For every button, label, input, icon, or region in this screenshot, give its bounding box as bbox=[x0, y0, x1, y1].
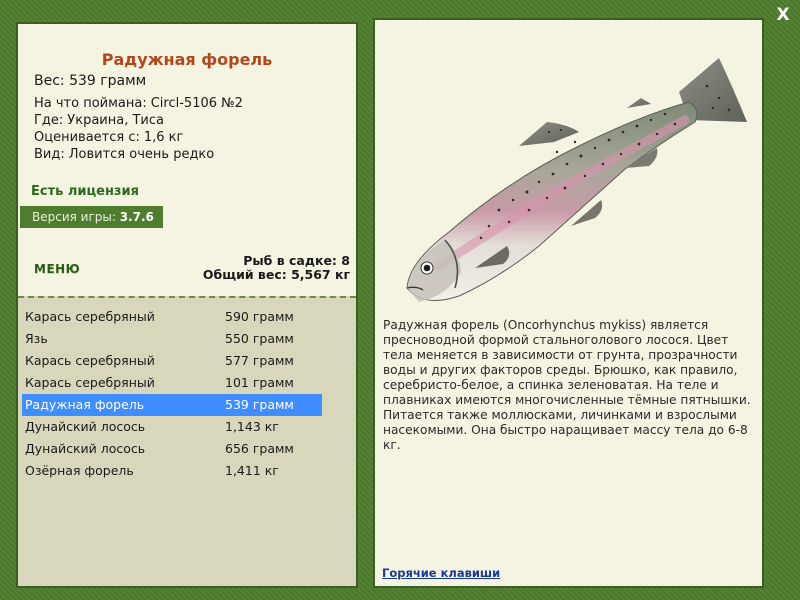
menu-button[interactable]: МЕНЮ bbox=[34, 262, 80, 276]
rarity-value: Ловится очень редко bbox=[68, 147, 215, 162]
catch-info-panel: Радужная форель Вес: 539 грамм На что по… bbox=[16, 22, 358, 588]
fish-weight: Вес: 539 грамм bbox=[34, 73, 146, 89]
weight-value: 539 грамм bbox=[69, 73, 147, 89]
estimate-value: 1,6 кг bbox=[143, 130, 184, 145]
close-icon: X bbox=[776, 5, 790, 25]
fish-details-panel: Радужная форель (Oncorhynchus mykiss) яв… bbox=[373, 18, 764, 588]
bait-line: На что поймана: Circl-5106 №2 bbox=[34, 96, 243, 111]
version-label: Версия игры: bbox=[32, 210, 116, 224]
cage-weight-label: Общий вес: bbox=[202, 267, 287, 282]
cage-fish-count: Рыб в садке: 8 bbox=[243, 253, 350, 268]
bait-value: Circl-5106 №2 bbox=[150, 96, 243, 111]
close-button[interactable]: X bbox=[772, 5, 794, 25]
fish-cage-list: Карась серебряный 590 грамм Язь 550 грам… bbox=[18, 296, 356, 586]
rarity-line: Вид: Ловится очень редко bbox=[34, 147, 214, 162]
fish-list-item-name: Язь bbox=[25, 331, 48, 346]
game-version: Версия игры: 3.7.6 bbox=[20, 206, 163, 228]
fish-list-item-selected[interactable]: Радужная форель 539 грамм bbox=[22, 394, 322, 416]
fish-list-item-weight: 101 грамм bbox=[225, 375, 294, 390]
location-line: Где: Украина, Тиса bbox=[34, 113, 164, 128]
fish-list-item[interactable]: Дунайский лосось 1,143 кг bbox=[22, 416, 322, 438]
cage-count-label: Рыб в садке: bbox=[243, 253, 337, 268]
fish-list-item-weight: 550 грамм bbox=[225, 331, 294, 346]
bait-label: На что поймана: bbox=[34, 96, 147, 111]
license-status: Есть лицензия bbox=[31, 184, 139, 199]
fish-list-item-name: Радужная форель bbox=[25, 397, 145, 412]
fish-list-item[interactable]: Дунайский лосось 656 грамм bbox=[22, 438, 322, 460]
cage-total-weight: Общий вес: 5,567 кг bbox=[203, 267, 350, 282]
fish-list-item-name: Карась серебряный bbox=[25, 309, 155, 324]
rarity-label: Вид: bbox=[34, 147, 65, 162]
cage-weight-value: 5,567 кг bbox=[291, 267, 350, 282]
fish-list-item[interactable]: Озёрная форель 1,411 кг bbox=[22, 460, 322, 482]
hotkeys-link[interactable]: Горячие клавиши bbox=[382, 566, 500, 580]
fish-list-item[interactable]: Язь 550 грамм bbox=[22, 328, 322, 350]
estimate-label: Оценивается с: bbox=[34, 130, 140, 145]
location-value: Украина, Тиса bbox=[67, 113, 164, 128]
cage-count-value: 8 bbox=[341, 253, 350, 268]
estimate-line: Оценивается с: 1,6 кг bbox=[34, 130, 183, 145]
fish-list-item[interactable]: Карась серебряный 101 грамм bbox=[22, 372, 322, 394]
fish-list-item-weight: 590 грамм bbox=[225, 309, 294, 324]
fish-list-item[interactable]: Карась серебряный 590 грамм bbox=[22, 306, 322, 328]
fish-list-item[interactable]: Карась серебряный 577 грамм bbox=[22, 350, 322, 372]
rainbow-trout-image bbox=[406, 58, 747, 302]
fish-list-item-weight: 539 грамм bbox=[225, 397, 294, 412]
fish-title: Радужная форель bbox=[101, 50, 273, 69]
fish-list-item-name: Озёрная форель bbox=[25, 463, 134, 478]
fish-list-item-weight: 1,143 кг bbox=[225, 419, 279, 434]
fish-list-item-name: Карась серебряный bbox=[25, 353, 155, 368]
fish-list-item-weight: 577 грамм bbox=[225, 353, 294, 368]
fish-list-item-name: Дунайский лосось bbox=[25, 419, 146, 434]
fish-list-item-weight: 656 грамм bbox=[225, 441, 294, 456]
weight-label: Вес: bbox=[34, 73, 65, 89]
fish-list-item-name: Дунайский лосось bbox=[25, 441, 146, 456]
fish-description: Радужная форель (Oncorhynchus mykiss) яв… bbox=[383, 318, 751, 452]
location-label: Где: bbox=[34, 113, 64, 128]
fish-list-item-name: Карась серебряный bbox=[25, 375, 155, 390]
version-value: 3.7.6 bbox=[119, 210, 154, 224]
fish-list-item-weight: 1,411 кг bbox=[225, 463, 279, 478]
